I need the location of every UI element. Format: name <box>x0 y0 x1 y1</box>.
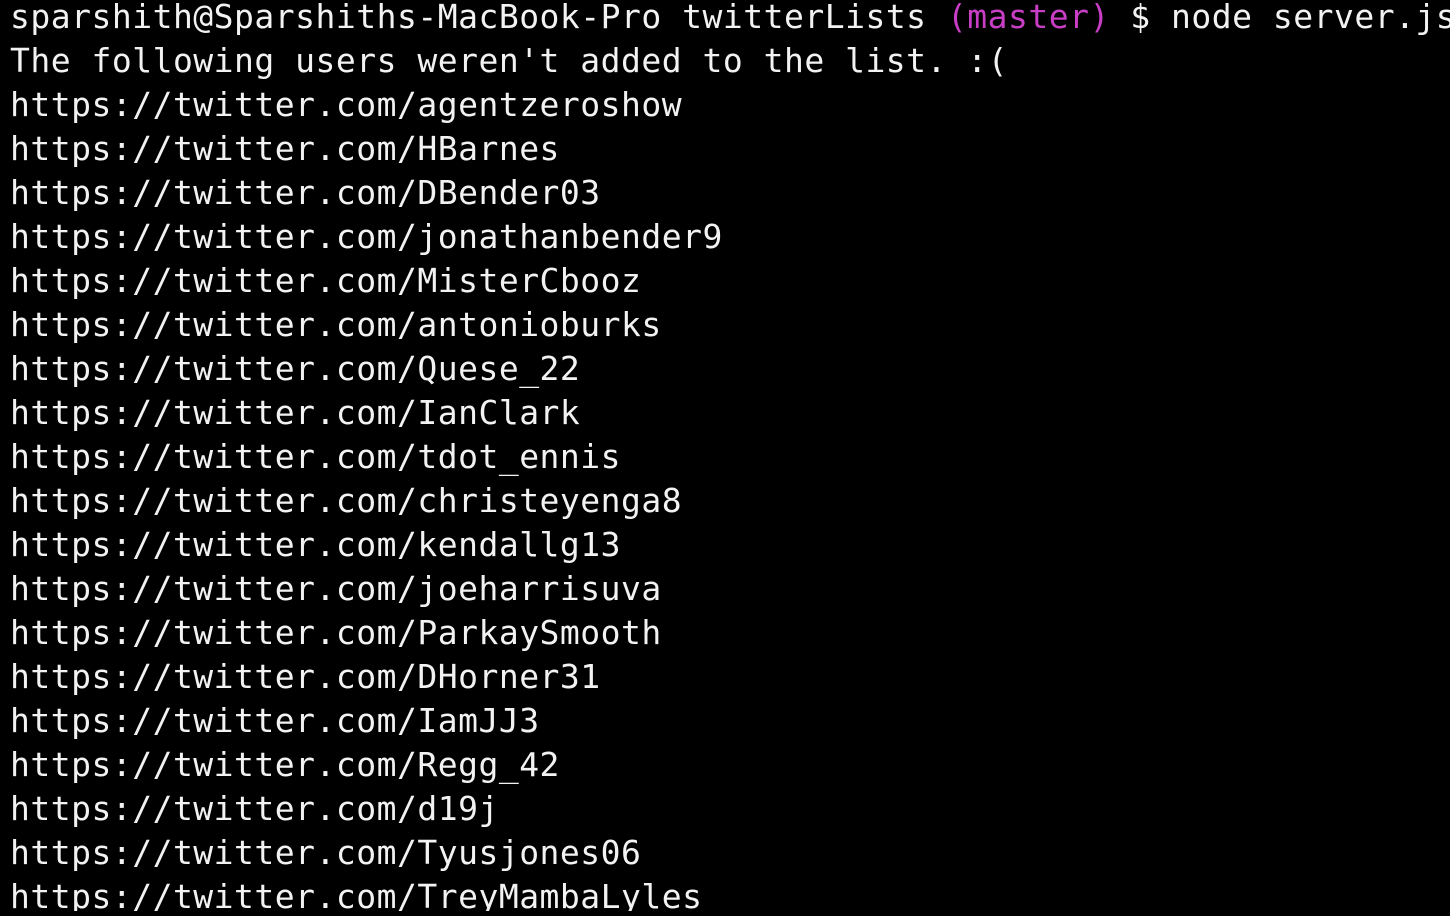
output-url-line: https://twitter.com/Quese_22 <box>10 349 581 388</box>
terminal-window[interactable]: sparshith@Sparshiths-MacBook-Pro twitter… <box>0 0 1450 911</box>
output-url-line: https://twitter.com/HBarnes <box>10 129 560 168</box>
output-url-line: https://twitter.com/MisterCbooz <box>10 261 642 300</box>
output-url-line: https://twitter.com/DBender03 <box>10 173 601 212</box>
output-url-line: https://twitter.com/Regg_42 <box>10 745 560 784</box>
output-url-line: https://twitter.com/IanClark <box>10 393 581 432</box>
output-url-line: https://twitter.com/ParkaySmooth <box>10 613 662 652</box>
prompt-command: node server.js <box>1171 0 1450 36</box>
prompt-cwd: twitterLists <box>682 0 927 36</box>
output-url-line: https://twitter.com/christeyenga8 <box>10 481 683 520</box>
prompt-branch: (master) <box>946 0 1110 36</box>
prompt-user-host: sparshith@Sparshiths-MacBook-Pro <box>10 0 662 36</box>
output-url-line: https://twitter.com/jonathanbender9 <box>10 217 723 256</box>
output-url-line: https://twitter.com/tdot_ennis <box>10 437 622 476</box>
output-url-line: https://twitter.com/antonioburks <box>10 305 662 344</box>
prompt-symbol: $ <box>1130 0 1151 36</box>
output-url-line: https://twitter.com/d19j <box>10 789 499 828</box>
output-url-line: https://twitter.com/agentzeroshow <box>10 85 683 124</box>
output-url-line: https://twitter.com/DHorner31 <box>10 657 601 696</box>
prompt-line: sparshith@Sparshiths-MacBook-Pro twitter… <box>10 0 1450 39</box>
output-url-line: https://twitter.com/joeharrisuva <box>10 569 662 608</box>
output-url-line: https://twitter.com/IamJJ3 <box>10 701 540 740</box>
output-message: The following users weren't added to the… <box>10 41 1009 80</box>
output-url-line: https://twitter.com/Tyusjones06 <box>10 833 642 872</box>
output-url-line: https://twitter.com/kendallg13 <box>10 525 622 564</box>
output-url-line: https://twitter.com/TreyMambaLyles <box>10 877 703 911</box>
